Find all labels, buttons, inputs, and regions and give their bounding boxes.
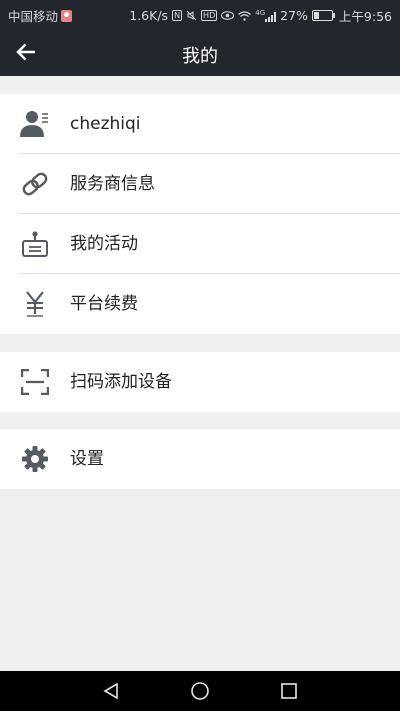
app-header: 我的: [0, 28, 400, 76]
carrier-badge-icon: [61, 9, 73, 22]
battery-percent: 27%: [280, 8, 308, 23]
scan-frame-icon: [20, 367, 50, 397]
nav-back-button[interactable]: [99, 679, 123, 703]
settings-label: 设置: [70, 449, 104, 469]
device-group: 扫码添加设备: [0, 352, 400, 412]
scan-add-device-label: 扫码添加设备: [70, 372, 172, 392]
wifi-icon: [238, 10, 252, 21]
eye-icon: [221, 11, 235, 20]
nav-home-button[interactable]: [188, 679, 212, 703]
circle-home-icon: [191, 682, 209, 700]
platform-renewal-label: 平台续费: [70, 294, 138, 314]
settings-group: 设置: [0, 429, 400, 489]
nav-recents-button[interactable]: [277, 679, 301, 703]
account-group: chezhiqi 服务商信息 我的活动 平台续费: [0, 94, 400, 334]
square-recents-icon: [281, 683, 297, 699]
provider-info-row[interactable]: 服务商信息: [0, 154, 400, 214]
activity-badge-icon: [20, 229, 50, 259]
signal-icon: [265, 11, 277, 22]
user-card-icon: [20, 109, 50, 139]
nfc-icon: N: [172, 10, 183, 21]
carrier-name: 中国移动: [8, 9, 59, 24]
hd-icon: HD: [201, 10, 218, 21]
triangle-back-icon: [103, 682, 118, 700]
status-bar: 中国移动 1.6K/s N HD 4G 27% 上午9:56: [0, 0, 400, 28]
profile-row[interactable]: chezhiqi: [0, 94, 400, 154]
status-time: 上午9:56: [338, 9, 392, 24]
scan-add-device-row[interactable]: 扫码添加设备: [0, 352, 400, 412]
link-icon: [20, 169, 50, 199]
status-bar-right: 1.6K/s N HD 4G 27% 上午9:56: [125, 6, 392, 25]
signal-indicator: 4G: [255, 8, 277, 22]
mute-icon: [186, 10, 197, 21]
yen-icon: [20, 289, 50, 319]
network-speed: 1.6K/s: [129, 8, 169, 23]
my-activities-label: 我的活动: [70, 234, 138, 254]
battery-icon: [311, 10, 335, 21]
network-type: 4G: [255, 8, 266, 17]
provider-info-label: 服务商信息: [70, 174, 155, 194]
system-nav-bar: [0, 671, 400, 711]
gear-icon: [20, 444, 50, 474]
status-bar-left: 中国移动: [8, 6, 73, 25]
my-activities-row[interactable]: 我的活动: [0, 214, 400, 274]
username: chezhiqi: [70, 114, 141, 134]
platform-renewal-row[interactable]: 平台续费: [0, 274, 400, 334]
page-title: 我的: [182, 46, 218, 67]
settings-row[interactable]: 设置: [0, 429, 400, 489]
